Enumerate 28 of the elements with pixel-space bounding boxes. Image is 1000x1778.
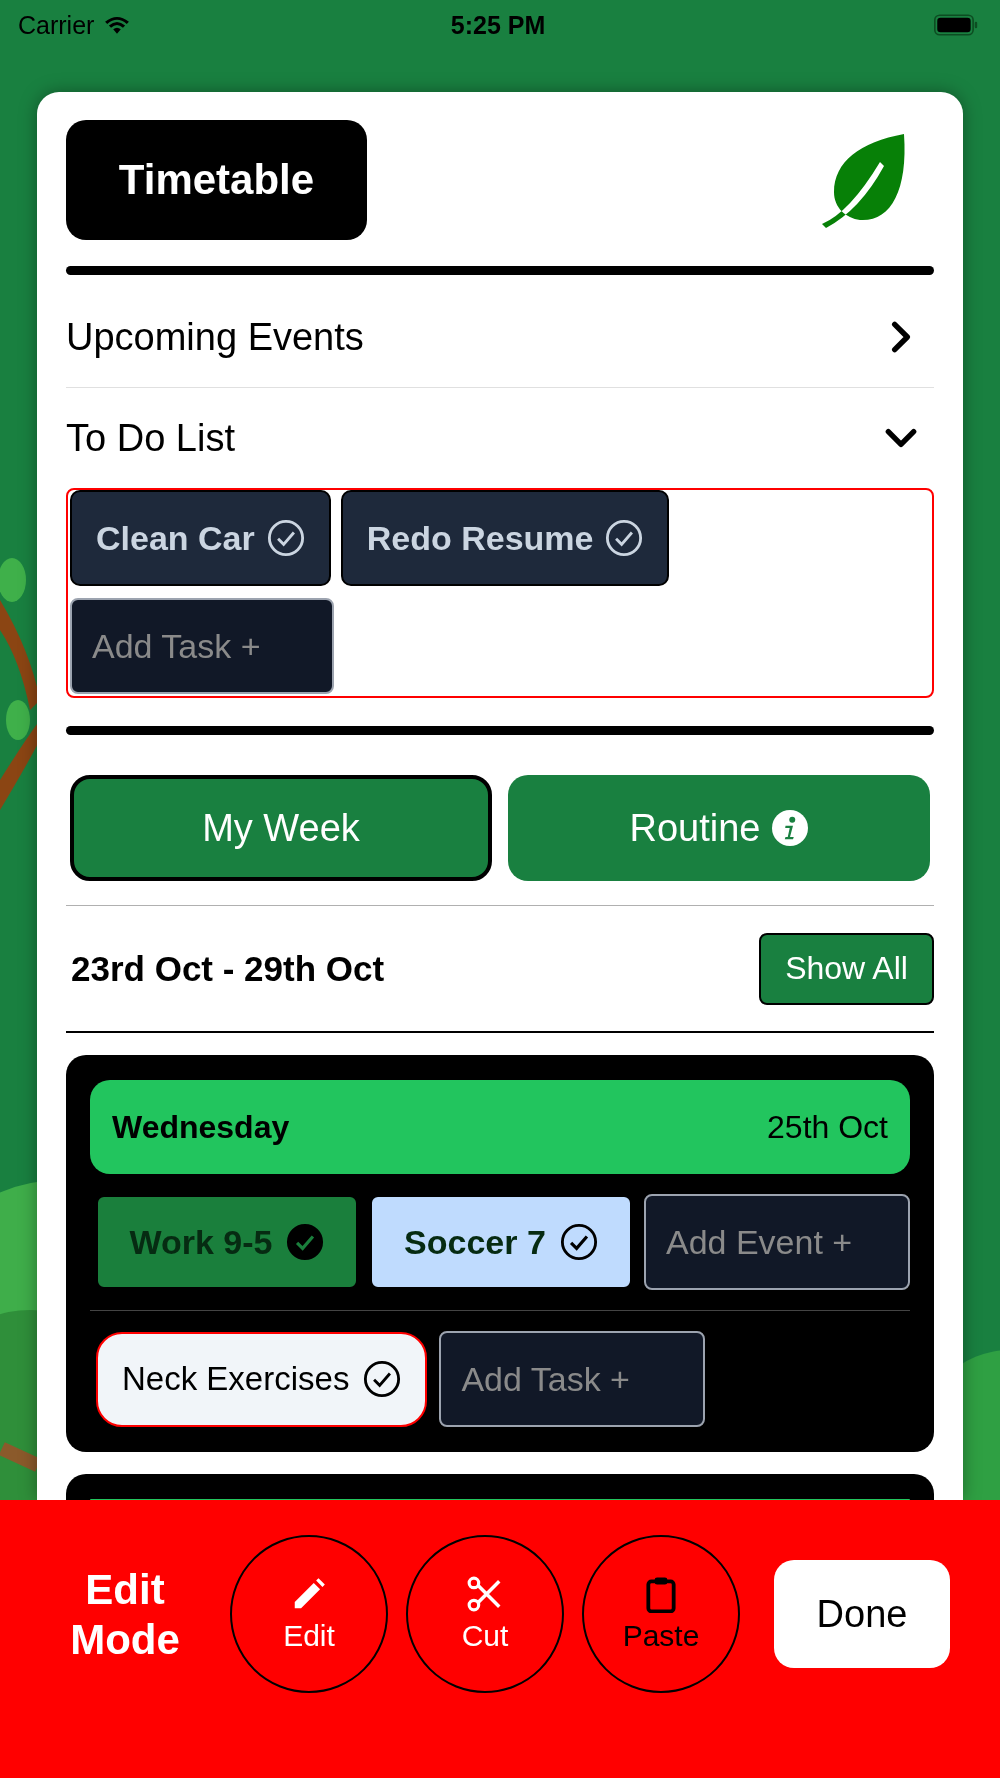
task-chip[interactable]: Neck Exercises	[96, 1331, 428, 1427]
tool-button[interactable]: Edit	[230, 1535, 388, 1693]
view-tab[interactable]: My Week	[70, 775, 492, 881]
section-row[interactable]: To Do List	[66, 388, 934, 488]
todo-chip[interactable]: Redo Resume	[340, 490, 670, 586]
event-chip[interactable]: Soccer 7	[370, 1195, 632, 1289]
edit-mode-label: Edit Mode	[69, 1565, 181, 1666]
add-event-field[interactable]: Add Event +	[644, 1194, 910, 1290]
tool-button[interactable]: Paste	[582, 1535, 740, 1693]
done-button[interactable]: Done	[774, 1560, 950, 1668]
tool-button[interactable]: Cut	[406, 1535, 564, 1693]
app-title: Timetable	[66, 120, 367, 240]
show-all-button[interactable]: Show All	[759, 932, 934, 1005]
add-task-field[interactable]: Add Task +	[439, 1331, 706, 1427]
info-icon	[772, 810, 809, 846]
section-row[interactable]: Upcoming Events	[66, 287, 934, 387]
add-task-field[interactable]: Add Task +	[70, 598, 334, 694]
wifi-icon	[104, 15, 131, 35]
todo-chip[interactable]: Clean Car	[70, 490, 331, 586]
check-circle-icon	[363, 1360, 402, 1398]
carrier-label: Carrier	[18, 10, 95, 40]
check-circle-icon	[266, 519, 305, 557]
status-time: 5:25 PM	[450, 10, 546, 40]
battery-icon	[934, 14, 978, 36]
check-circle-icon	[605, 519, 644, 557]
week-range: 23rd Oct - 29th Oct	[71, 948, 385, 989]
view-tab[interactable]: Routine	[508, 775, 930, 881]
day-header[interactable]: Wednesday 25th Oct	[90, 1080, 910, 1174]
